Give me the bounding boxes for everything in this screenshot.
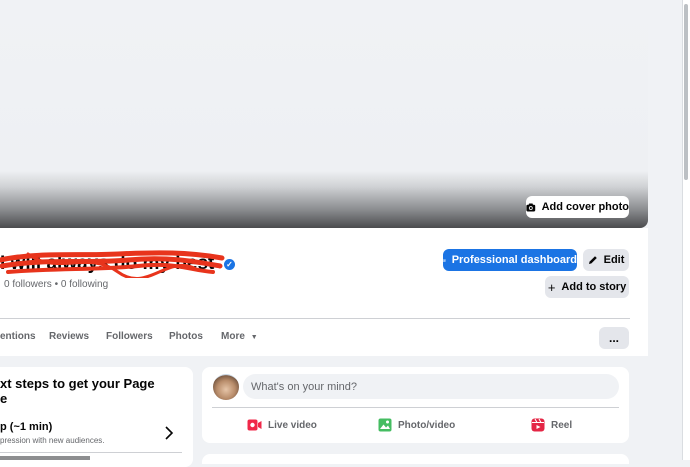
cover-photo-area (0, 0, 648, 228)
followers-count[interactable]: 0 followers (4, 279, 52, 290)
edit-button[interactable]: Edit (583, 249, 629, 271)
more-options-button[interactable]: ... (599, 327, 629, 349)
tab-mentions[interactable]: entions (0, 331, 36, 342)
header-divider (0, 318, 630, 319)
photo-video-button[interactable]: Photo/video (378, 416, 455, 434)
tab-reviews[interactable]: Reviews (49, 331, 89, 342)
composer-divider (212, 407, 619, 408)
live-video-button[interactable]: Live video (247, 416, 317, 434)
tab-followers[interactable]: Followers (106, 331, 153, 342)
card-divider (0, 452, 182, 453)
tab-more[interactable]: More ▼ (221, 331, 258, 342)
professional-dashboard-button[interactable]: Professional dashboard (443, 249, 577, 271)
camera-icon (526, 202, 536, 213)
followers-line: 0 followers • 0 following (4, 279, 108, 290)
tab-photos[interactable]: Photos (169, 331, 203, 342)
ellipsis-icon: ... (609, 331, 619, 345)
verified-badge-icon: ✓ (224, 259, 235, 270)
caret-down-icon: ▼ (251, 334, 258, 341)
add-cover-photo-label: Add cover photo (542, 201, 629, 213)
setup-step-title[interactable]: p (~1 min) (0, 421, 52, 433)
post-input[interactable] (243, 374, 619, 399)
separator-dot: • (55, 279, 59, 290)
redaction-scribble (0, 248, 226, 278)
reel-button[interactable]: Reel (531, 416, 572, 434)
professional-dashboard-label: Professional dashboard (452, 254, 577, 266)
add-to-story-label: Add to story (561, 281, 626, 293)
next-post-card (202, 454, 629, 464)
following-count[interactable]: 0 following (61, 279, 108, 290)
live-video-icon (247, 419, 262, 431)
tab-more-label: More (221, 331, 245, 342)
next-step-preview (0, 456, 90, 460)
reel-label: Reel (551, 420, 572, 431)
plus-icon: + (548, 280, 556, 295)
next-steps-title: xt steps to get your Page (0, 376, 155, 391)
add-to-story-button[interactable]: + Add to story (545, 276, 629, 298)
pencil-icon (588, 255, 598, 265)
setup-step-description: pression with new audiences. (0, 436, 105, 445)
add-cover-photo-button[interactable]: Add cover photo (526, 196, 629, 218)
reel-icon (531, 418, 545, 432)
edit-label: Edit (604, 254, 625, 266)
chevron-right-icon[interactable] (164, 426, 174, 440)
photo-video-label: Photo/video (398, 420, 455, 431)
scrollbar-thumb[interactable] (684, 4, 688, 180)
bar-chart-icon (443, 255, 446, 266)
photo-icon (378, 418, 392, 432)
live-video-label: Live video (268, 420, 317, 431)
next-steps-title-continued: e (0, 391, 7, 406)
avatar[interactable] (213, 374, 239, 400)
